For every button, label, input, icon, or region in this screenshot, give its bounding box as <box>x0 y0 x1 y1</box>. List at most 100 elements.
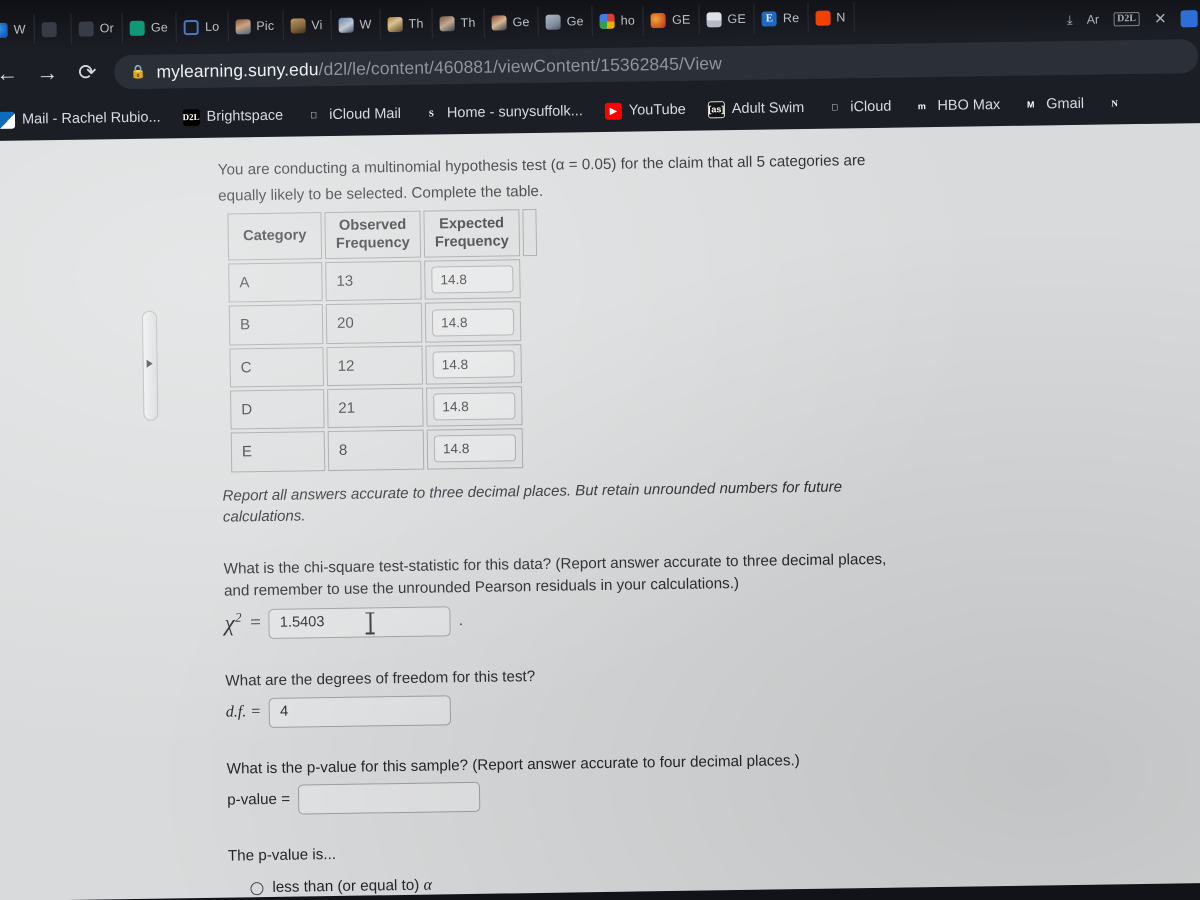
page-content: You are conducting a multinomial hypothe… <box>0 122 1200 900</box>
df-question-text: What are the degrees of freedom for this… <box>225 667 536 690</box>
bookmark-youtube[interactable]: ▶ YouTube <box>594 101 697 120</box>
row-spacer-cell <box>524 301 539 341</box>
url-text: mylearning.suny.edu/d2l/le/content/46088… <box>156 53 722 82</box>
bookmark-brightspace[interactable]: D2L Brightspace <box>171 107 294 126</box>
blank-icon <box>78 20 94 37</box>
browser-tab[interactable]: E Re <box>754 2 809 34</box>
header-observed-line1: Observed <box>338 217 407 235</box>
df-answer-row: d.f. = 4 <box>226 685 1126 728</box>
header-observed-frequency: Observed Frequency <box>324 210 422 260</box>
row-spacer-cell <box>526 428 541 468</box>
blank-icon <box>41 21 57 37</box>
window-controls[interactable]: ⤓ Ar D2L ✕ <box>1063 9 1200 29</box>
image-icon <box>439 15 455 31</box>
header-expected-line2: Frequency <box>434 233 509 251</box>
reddit-icon <box>815 10 831 26</box>
browser-tab[interactable]: GE <box>643 4 700 36</box>
google-icon <box>599 13 615 29</box>
tab-label: Vi <box>311 18 323 33</box>
expected-frequency-input[interactable]: 14.8 <box>431 307 515 337</box>
adultswim-icon: [as] <box>707 100 725 118</box>
bookmark-mail-rachel-rubio[interactable]: Mail - Rachel Rubio... <box>0 109 172 129</box>
bookmark-label: Adult Swim <box>731 99 805 118</box>
browser-tab[interactable]: Or <box>71 13 124 44</box>
tab-label: Pic <box>256 18 275 34</box>
image-icon <box>491 14 507 31</box>
bookmark-label: Mail - Rachel Rubio... <box>21 109 161 128</box>
url-path: /d2l/le/content/460881/viewContent/15362… <box>318 52 723 79</box>
chisq-question-block: What is the chi-square test-statistic fo… <box>224 545 1125 640</box>
cell-expected: 14.8 <box>424 301 522 343</box>
browser-tab[interactable]: Ge <box>538 6 593 37</box>
table-row: C 12 14.8 <box>229 343 539 388</box>
pvalue-input[interactable] <box>297 781 481 815</box>
pvalue-question-block: What is the p-value for this sample? (Re… <box>227 745 1128 816</box>
expected-frequency-input[interactable]: 14.8 <box>433 392 516 421</box>
browser-tab[interactable]: Pic <box>228 10 284 42</box>
bookmark-icloud-mail[interactable]:  iCloud Mail <box>294 105 412 124</box>
page-scrollbar-thumb[interactable] <box>141 310 159 421</box>
bookmark-adult-swim[interactable]: [as] Adult Swim <box>697 99 816 118</box>
browser-tab[interactable]: Th <box>380 8 433 40</box>
bookmark-home-sunysuffolk[interactable]: S Home - sunysuffolk... <box>412 103 594 123</box>
radio-icon[interactable] <box>250 881 264 895</box>
row-spacer-cell <box>525 386 540 426</box>
browser-tab[interactable]: Vi <box>283 9 332 41</box>
header-expected-line1: Expected <box>439 215 505 233</box>
browser-tab[interactable]: Ge <box>484 6 539 38</box>
radio-label-text: less than (or equal to) <box>272 876 424 896</box>
browser-tab[interactable] <box>34 13 72 45</box>
gmail-icon: M <box>1026 99 1035 110</box>
close-icon[interactable]: ✕ <box>1154 10 1167 28</box>
address-bar[interactable]: 🔒 mylearning.suny.edu/d2l/le/content/460… <box>114 39 1199 90</box>
reload-icon[interactable]: ⟳ <box>74 59 100 84</box>
circle-icon <box>183 19 200 35</box>
image-icon <box>545 14 561 30</box>
tab-label: Lo <box>204 19 220 34</box>
forward-icon[interactable]: → <box>34 60 60 85</box>
chi-square-value: 1.5403 <box>279 614 325 632</box>
browser-tab[interactable]: ho <box>592 5 645 37</box>
back-icon[interactable]: ← <box>0 61 20 86</box>
apple-icon:  <box>305 107 322 124</box>
bookmark-label: Home - sunysuffolk... <box>446 103 583 122</box>
bookmark-label: iCloud <box>850 98 892 116</box>
expected-frequency-input[interactable]: 14.8 <box>431 265 514 294</box>
browser-tab[interactable]: Ge <box>122 12 178 44</box>
df-input[interactable]: 4 <box>268 694 452 728</box>
bookmark-hbo-max[interactable]: m HBO Max <box>902 96 1011 115</box>
image-icon <box>387 16 403 32</box>
chi-square-input[interactable]: 1.5403 <box>268 605 452 639</box>
assignment-body: You are conducting a multinomial hypothe… <box>218 146 1130 900</box>
tab-label: Ge <box>512 15 530 30</box>
radio-option-less-than-alpha[interactable]: less than (or equal to) α <box>250 864 1128 900</box>
tab-label: Th <box>408 16 424 31</box>
archive-button[interactable]: Ar <box>1087 13 1100 27</box>
bookmark-netflix[interactable]: N <box>1095 94 1141 112</box>
pvalue-answer-row: p-value = <box>227 772 1127 815</box>
browser-tab[interactable]: N <box>808 2 855 33</box>
bookmark-label: Gmail <box>1046 95 1085 113</box>
browser-tab[interactable]: W <box>0 14 35 46</box>
news-icon <box>706 11 722 27</box>
tab-label: Or <box>99 21 115 36</box>
browser-tab[interactable]: GE <box>699 3 756 35</box>
download-icon[interactable]: ⤓ <box>1067 12 1073 27</box>
browser-tab[interactable]: W <box>331 9 381 40</box>
alpha-symbol: α <box>423 876 433 894</box>
browser-tab[interactable]: Lo <box>176 11 229 43</box>
expected-frequency-input[interactable]: 14.8 <box>432 350 515 379</box>
bookmark-icloud[interactable]:  iCloud <box>815 98 902 116</box>
extension-icon[interactable] <box>1180 9 1198 27</box>
bookmark-gmail[interactable]: M Gmail <box>1011 95 1095 113</box>
chi-glyph: χ <box>224 610 236 636</box>
tab-label: GE <box>671 12 691 27</box>
text-cursor-icon <box>366 612 375 635</box>
cell-category: D <box>230 389 325 430</box>
expected-frequency-input[interactable]: 14.8 <box>433 434 517 463</box>
header-observed-line2: Frequency <box>335 234 410 252</box>
cell-expected: 14.8 <box>424 259 521 301</box>
browser-tab[interactable]: Th <box>432 7 485 39</box>
d2l-profile-button[interactable]: D2L <box>1113 11 1141 27</box>
pvalue-label: p-value = <box>227 790 291 809</box>
